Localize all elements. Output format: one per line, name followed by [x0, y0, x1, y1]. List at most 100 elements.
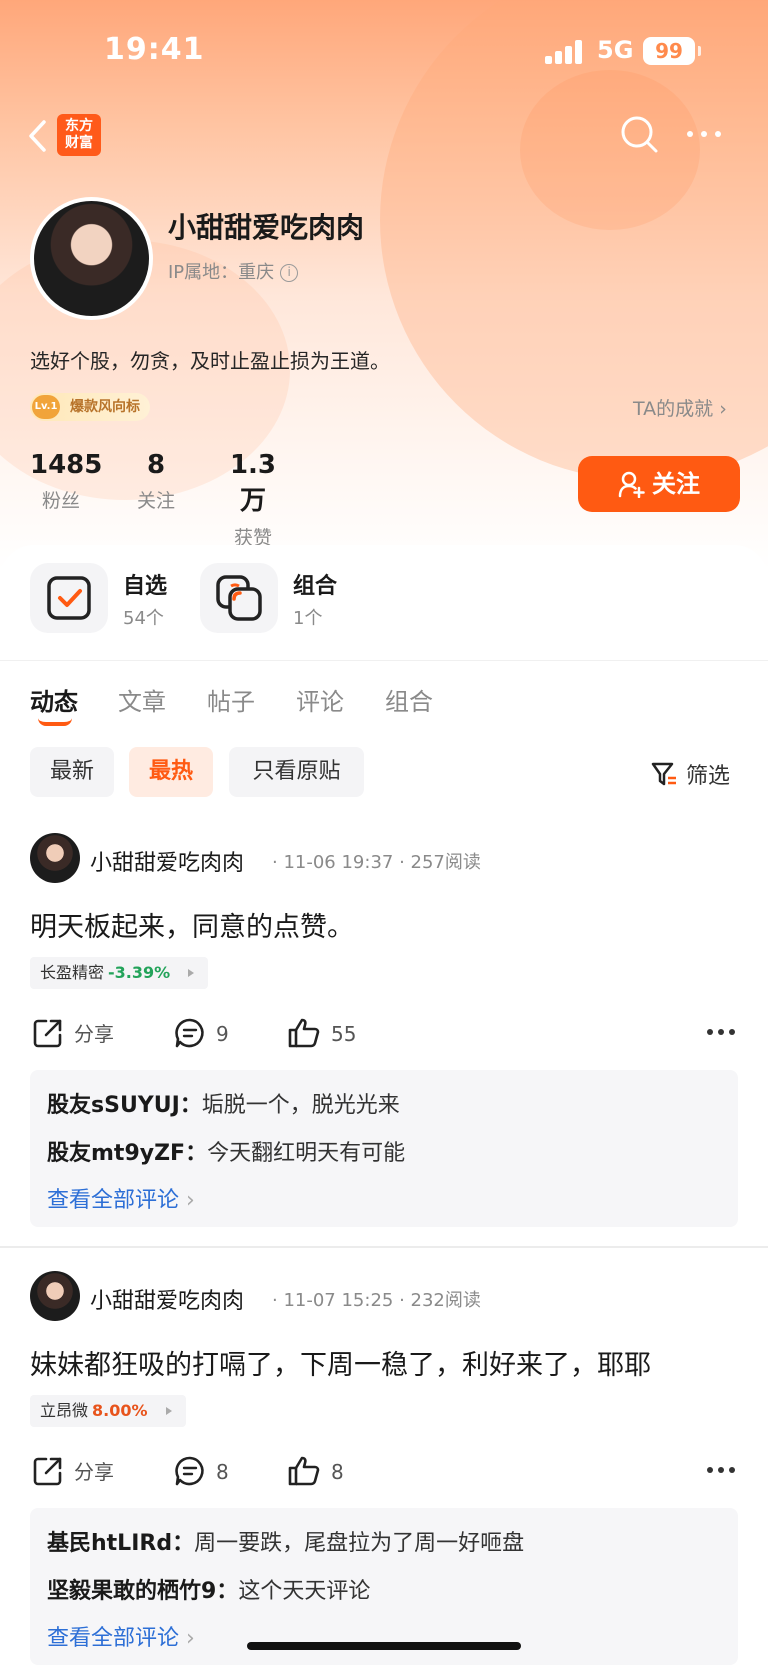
logo-line-2: 财富: [65, 135, 93, 151]
caret-right-icon: [188, 969, 195, 977]
ip-location-text: IP属地：重庆: [168, 262, 275, 283]
avatar[interactable]: [30, 1271, 80, 1321]
post-text[interactable]: 明天板起来，同意的点赞。: [30, 905, 354, 944]
post-author[interactable]: 小甜甜爱吃肉肉: [90, 845, 244, 877]
tab-comments[interactable]: 评论: [296, 682, 344, 717]
app-logo: 东方 财富: [57, 114, 101, 156]
like-button[interactable]: 55: [287, 1017, 356, 1049]
share-label: 分享: [74, 1460, 114, 1484]
comment-button[interactable]: 9: [174, 1017, 229, 1049]
portfolio-icon: [216, 575, 262, 621]
portfolio-tile[interactable]: [200, 563, 278, 633]
tab-dynamics[interactable]: 动态: [30, 682, 78, 717]
comment-text: 今天翻红明天有可能: [207, 1141, 406, 1166]
battery-icon: 99: [643, 37, 701, 65]
stat-label: 关注: [136, 490, 175, 512]
like-button[interactable]: 8: [287, 1455, 344, 1487]
stat-value: 1485: [30, 450, 103, 480]
stock-tag[interactable]: 立昂微 8.00%: [30, 1395, 186, 1427]
view-all-comments-link[interactable]: 查看全部评论 ›: [47, 1620, 195, 1652]
more-options-icon[interactable]: [706, 1027, 736, 1037]
tab-portfolios[interactable]: 组合: [385, 682, 433, 717]
post-meta: · 11-07 15:25 · 232阅读: [272, 1290, 481, 1311]
tab-articles[interactable]: 文章: [118, 682, 166, 717]
comment-preview-item[interactable]: 基民htLIRd：周一要跌，尾盘拉为了周一好咂盘: [47, 1525, 524, 1557]
stock-change: 8.00%: [92, 1401, 148, 1420]
post-author[interactable]: 小甜甜爱吃肉肉: [90, 1283, 244, 1315]
badge-label: 爆款风向标: [70, 399, 140, 415]
filter-button[interactable]: 筛选: [650, 758, 730, 790]
comment-user: 股友sSUYUJ：: [47, 1093, 202, 1118]
info-icon[interactable]: i: [280, 264, 299, 282]
stat-label: 粉丝: [41, 490, 80, 512]
share-icon: [33, 1457, 62, 1486]
post-time: 11-06 19:37: [283, 852, 394, 873]
post-reads: 232阅读: [410, 1290, 481, 1311]
stat-value: 1.3万: [229, 450, 277, 516]
signal-icon: [545, 40, 585, 64]
stock-name: 长盈精密: [40, 963, 105, 982]
post-meta: · 11-06 19:37 · 257阅读: [272, 852, 481, 873]
filter-icon: [651, 762, 676, 786]
home-indicator: [247, 1642, 521, 1650]
avatar[interactable]: [30, 833, 80, 883]
search-icon[interactable]: [620, 115, 660, 155]
comment-count: 8: [216, 1460, 229, 1484]
status-bar: 19:41 5G 99: [0, 0, 768, 100]
more-options-icon[interactable]: [706, 1465, 736, 1475]
profile-username: 小甜甜爱吃肉肉: [168, 211, 365, 244]
active-tab-indicator: [38, 718, 72, 726]
post-time: 11-07 15:25: [283, 1290, 394, 1311]
achievement-badge[interactable]: Lv.1 爆款风向标: [30, 393, 150, 421]
add-user-icon: [618, 471, 645, 499]
comment-user: 基民htLIRd：: [47, 1531, 195, 1556]
filter-label: 筛选: [686, 764, 731, 789]
achievements-link[interactable]: TA的成就 ›: [633, 394, 727, 421]
tab-posts[interactable]: 帖子: [207, 682, 255, 717]
follow-button[interactable]: 关注: [578, 456, 740, 512]
stat-followers[interactable]: 1485 粉丝: [30, 450, 103, 513]
comment-preview-item[interactable]: 坚毅果敢的栖竹9：这个天天评论: [47, 1573, 370, 1605]
like-count: 55: [331, 1022, 357, 1046]
view-all-label: 查看全部评论: [47, 1188, 180, 1213]
back-arrow-icon[interactable]: [24, 116, 54, 156]
share-button[interactable]: 分享: [32, 1455, 114, 1487]
chevron-right-icon: ›: [186, 1626, 195, 1651]
stock-tag[interactable]: 长盈精密 -3.39%: [30, 957, 209, 989]
ip-location: IP属地：重庆 i: [168, 258, 299, 284]
comment-preview-item[interactable]: 股友sSUYUJ：垢脱一个，脱光光来: [47, 1087, 400, 1119]
post-text[interactable]: 妹妹都狂吸的打嗝了，下周一稳了，利好来了，耶耶: [30, 1343, 651, 1382]
post-reads: 257阅读: [410, 852, 481, 873]
stat-value: 8: [146, 450, 166, 480]
portfolio-title[interactable]: 组合: [293, 568, 337, 600]
stat-following[interactable]: 8 关注: [132, 450, 180, 513]
share-icon: [33, 1019, 62, 1048]
watchlist-title[interactable]: 自选: [123, 568, 167, 600]
original-only-chip[interactable]: 只看原贴: [229, 747, 364, 797]
logo-line-1: 东方: [65, 118, 93, 134]
comment-user: 坚毅果敢的栖竹9：: [47, 1579, 239, 1604]
sort-hot-chip[interactable]: 最热: [129, 747, 213, 797]
comment-preview-item[interactable]: 股友mt9yZF：今天翻红明天有可能: [47, 1135, 405, 1167]
comment-text: 这个天天评论: [238, 1579, 371, 1604]
avatar[interactable]: [30, 197, 153, 320]
stock-name: 立昂微: [40, 1401, 89, 1420]
share-button[interactable]: 分享: [32, 1017, 114, 1049]
checkbox-icon: [47, 576, 91, 620]
caret-right-icon: [165, 1407, 172, 1415]
stat-likes[interactable]: 1.3万 获赞: [218, 450, 288, 550]
thumbs-up-icon: [288, 1456, 320, 1486]
comment-icon: [175, 1456, 204, 1486]
watchlist-tile[interactable]: [30, 563, 108, 633]
view-all-comments-link[interactable]: 查看全部评论 ›: [47, 1182, 195, 1214]
comment-icon: [175, 1018, 204, 1048]
comment-text: 周一要跌，尾盘拉为了周一好咂盘: [194, 1531, 525, 1556]
badge-level: Lv.1: [32, 395, 60, 419]
like-count: 8: [331, 1460, 344, 1484]
follow-button-label: 关注: [652, 470, 700, 498]
more-options-icon[interactable]: [684, 124, 724, 144]
chevron-right-icon: ›: [186, 1188, 195, 1213]
achievements-label: TA的成就: [633, 398, 714, 420]
comment-button[interactable]: 8: [174, 1455, 229, 1487]
sort-latest-chip[interactable]: 最新: [30, 747, 114, 797]
